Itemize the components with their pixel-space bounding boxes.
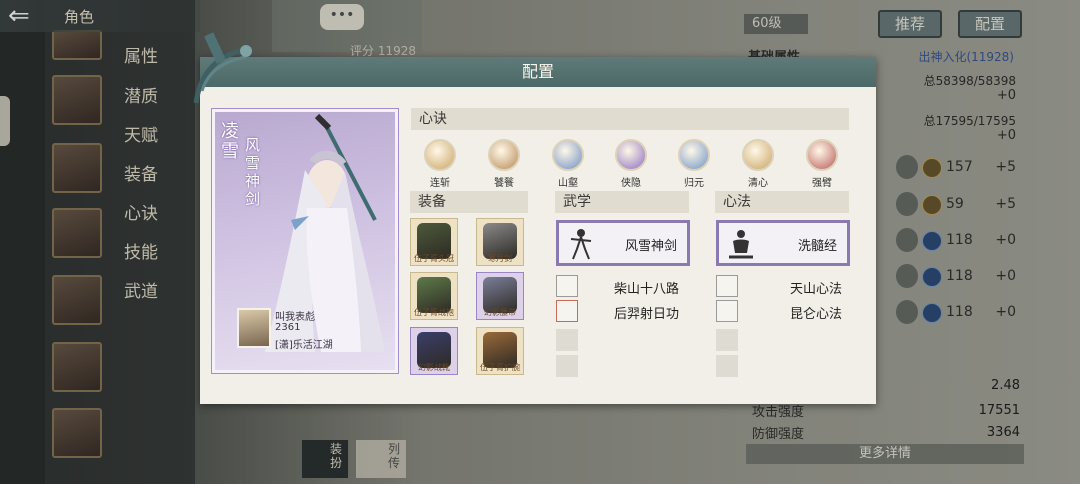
xinjue-item[interactable]: 归元 <box>668 139 720 189</box>
meditation-icon <box>729 230 753 259</box>
xinjue-item[interactable]: 清心 <box>732 139 784 189</box>
xinjue-label: 归元 <box>684 178 704 189</box>
equipment-slot[interactable]: 寒月剑 <box>476 218 524 266</box>
xinfa-skill-row[interactable]: 昆仑心法 <box>716 300 846 322</box>
equipment-name: 幻影战靴 <box>418 363 450 372</box>
xinjue-label: 侠隐 <box>621 178 641 189</box>
wuxue-header: 武学 <box>555 191 689 213</box>
xinfa-header: 心法 <box>715 191 849 213</box>
xinfa-skill-name: 昆仑心法 <box>790 307 843 322</box>
player-name: 叫我表彪 <box>275 312 315 323</box>
sword-dancer-icon <box>570 229 592 260</box>
equipment-slot[interactable]: 幻影战靴 <box>410 327 458 375</box>
modal-title: 配置 <box>200 57 876 87</box>
equipment-name: 伍子胥护腕 <box>480 363 520 372</box>
wuxue-skill-row[interactable]: 后羿射日功 <box>556 300 686 322</box>
empty-skill-slot[interactable] <box>556 355 578 377</box>
xinjue-label: 饕餮 <box>494 178 514 189</box>
xinjue-label: 山壑 <box>558 178 578 189</box>
xinfa-main-skill[interactable]: 洗髓经 <box>716 220 850 266</box>
xinfa-skill-name: 天山心法 <box>790 282 843 297</box>
equipment-name: 伍子胥头冠 <box>414 254 454 263</box>
character-weapon-name: 风雪神剑 <box>245 136 261 208</box>
xinjue-item[interactable]: 饕餮 <box>478 139 530 189</box>
player-score: 2361 <box>275 322 301 333</box>
equipment-slot[interactable]: 伍子胥战袍 <box>410 272 458 320</box>
xinjue-item[interactable]: 连斩 <box>414 139 466 189</box>
xinjue-label: 清心 <box>748 178 768 189</box>
xinjue-icon <box>424 139 456 171</box>
xinjue-icon <box>615 139 647 171</box>
xinjue-icon <box>552 139 584 171</box>
xinfa-main-name: 洗髓经 <box>797 239 837 254</box>
equipment-slot[interactable]: 幻影腰带 <box>476 272 524 320</box>
wuxue-main-skill[interactable]: 风雪神剑 <box>556 220 690 266</box>
xinfa-skill-row[interactable]: 天山心法 <box>716 275 846 297</box>
skill-icon <box>556 300 578 322</box>
xinjue-item[interactable]: 山壑 <box>542 139 594 189</box>
wuxue-skill-row[interactable]: 柴山十八路 <box>556 275 686 297</box>
equipment-slot[interactable]: 伍子胥护腕 <box>476 327 524 375</box>
equipment-name: 伍子胥战袍 <box>414 308 454 317</box>
ornament-icon <box>193 32 252 104</box>
empty-skill-slot[interactable] <box>556 329 578 351</box>
player-guild: [潇]乐活江湖 <box>275 340 333 351</box>
character-name: 凌雪 <box>221 121 239 162</box>
empty-skill-slot[interactable] <box>716 355 738 377</box>
equipment-name: 幻影腰带 <box>484 308 516 317</box>
skill-icon <box>716 275 738 297</box>
wuxue-main-name: 风雪神剑 <box>624 239 677 254</box>
skill-icon <box>716 300 738 322</box>
equipment-header: 装备 <box>410 191 528 213</box>
skill-icon <box>556 275 578 297</box>
wuxue-skill-name: 后羿射日功 <box>614 307 680 322</box>
character-card[interactable]: 凌雪 风雪神剑 叫我表彪 2361 [潇]乐活江湖 <box>212 109 398 373</box>
xinjue-icon <box>806 139 838 171</box>
xinjue-icon <box>678 139 710 171</box>
empty-skill-slot[interactable] <box>716 329 738 351</box>
equipment-slot[interactable]: 伍子胥头冠 <box>410 218 458 266</box>
config-modal: 配置 凌雪 风雪神剑 叫我表彪 2361 [潇]乐活江湖 心诀 装备 武学 风雪… <box>193 32 876 404</box>
xinjue-label: 连斩 <box>430 178 450 189</box>
player-avatar <box>237 308 271 348</box>
equipment-name: 寒月剑 <box>488 254 512 263</box>
wuxue-skill-name: 柴山十八路 <box>614 282 680 297</box>
xinjue-icon <box>488 139 520 171</box>
xinjue-item[interactable]: 侠隐 <box>605 139 657 189</box>
xinjue-label: 强臂 <box>812 178 832 189</box>
xinjue-icon <box>742 139 774 171</box>
xinjue-header: 心诀 <box>411 108 849 130</box>
xinjue-item[interactable]: 强臂 <box>796 139 848 189</box>
